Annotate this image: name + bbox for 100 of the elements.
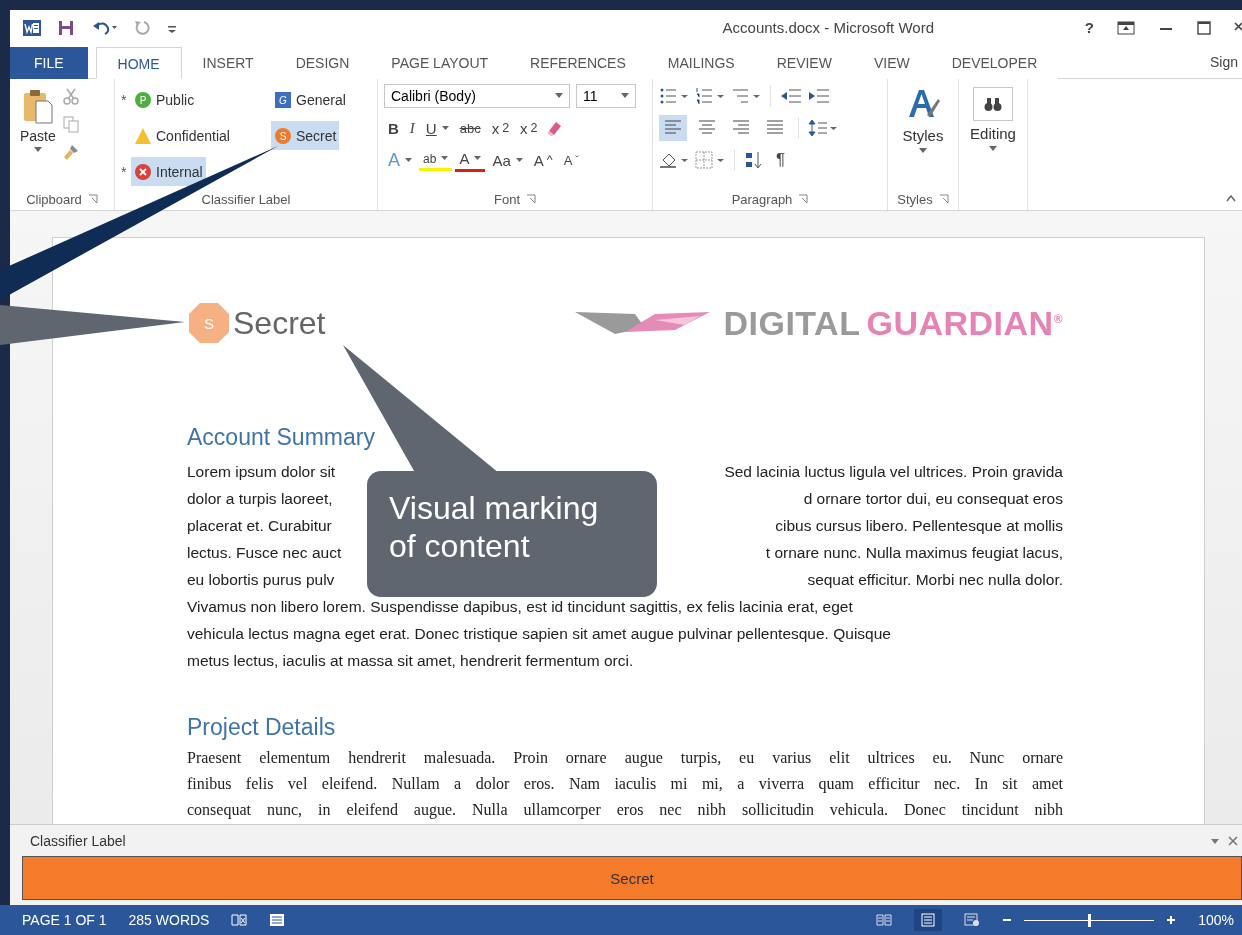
bullets-icon[interactable] — [659, 87, 689, 105]
web-layout-icon[interactable] — [964, 913, 981, 927]
paragraph-text: lectus. Fusce nec auct — [187, 543, 342, 563]
paragraph-text: vehicula lectus magna eget erat. Donec tristique sapien sit amet augue pulvinar pellentesque. Quisque — [187, 624, 891, 644]
paragraph-text: dolor a turpis laoreet, — [187, 489, 333, 509]
align-right-icon — [732, 119, 750, 134]
circle-icon: S — [274, 126, 292, 145]
pane-menu-icon[interactable] — [1210, 836, 1220, 845]
format-button[interactable]: I — [405, 117, 419, 139]
word-count[interactable]: 285 WORDS — [128, 912, 210, 928]
group-label: Styles — [897, 191, 933, 207]
read-mode-icon[interactable] — [876, 913, 893, 927]
group-label: Font — [494, 191, 520, 207]
numbering-icon[interactable] — [695, 87, 725, 105]
paragraph-text: Praesent elementum hendrerit malesuada. Proin ornare augue turpis, eu varius elit ultrices eu. Nunc ornare — [187, 749, 1063, 766]
octagon-icon: S — [187, 301, 231, 345]
paragraph-text: consequat nunc, in eleifend augue. Nulla ullamcorper eros nec nibh sollicitudin vehicula. Donec tincidunt nibh — [187, 801, 1063, 818]
line-spacing-icon[interactable] — [808, 119, 838, 137]
align-left-icon — [664, 119, 682, 134]
star-mark: * — [121, 163, 128, 180]
zoom-level[interactable]: 100% — [1198, 912, 1234, 928]
shading-icon[interactable] — [659, 151, 689, 169]
paragraph-text: sequat efficitur. Morbi nec nulla dolor. — [807, 570, 1063, 590]
paragraph-text: metus lectus, iaculis at massa sit amet, hendrerit fermentum orci. — [187, 651, 634, 671]
styles-button[interactable]: Styles — [900, 83, 946, 188]
group-label: Clipboard — [26, 191, 82, 207]
ribbon-display-icon[interactable] — [1116, 19, 1136, 36]
ribbon-tab[interactable]: FILE — [10, 47, 88, 79]
page-count[interactable]: PAGE 1 OF 1 — [22, 912, 107, 928]
caret-icon[interactable] — [621, 93, 629, 99]
classification-button[interactable]: Confidential — [131, 121, 233, 150]
paragraph-text: finibus felis vel eleifend. Nullam a dolor eros. Nam iaculis mi mi, a viverra quam efficitur nec. In sit amet — [187, 775, 1063, 792]
caret-icon[interactable] — [515, 157, 523, 163]
brush-icon[interactable] — [61, 143, 80, 161]
proofing-icon[interactable] — [231, 913, 248, 927]
caret-icon[interactable] — [474, 156, 482, 161]
editing-button[interactable]: Editing — [968, 83, 1018, 188]
increase-indent-icon[interactable] — [808, 87, 830, 105]
paragraph-text: eu lobortis purus pulv — [187, 570, 335, 590]
section-heading: Project Details — [187, 714, 336, 741]
print-layout-button[interactable] — [914, 909, 943, 931]
dialog-launcher-icon[interactable] — [526, 194, 536, 204]
logo-text: DIGITAL GUARDIAN$^{®}$ — [723, 303, 1063, 343]
group-label: Classifier Label — [201, 191, 291, 207]
circle-icon: P — [134, 90, 152, 109]
app-icon[interactable] — [22, 17, 42, 38]
help-button[interactable]: ? — [1084, 19, 1094, 36]
justify-icon — [766, 119, 784, 134]
group-label: Paragraph — [731, 191, 793, 207]
format-button[interactable]: B — [384, 117, 403, 139]
caret-icon[interactable] — [441, 125, 449, 131]
classification-bar: Secret — [22, 856, 1242, 900]
callout: Visual marking of content — [367, 471, 657, 597]
maximize-icon[interactable] — [1196, 19, 1212, 36]
paragraph-text: d ornare tortor dui, eu consequat eros — [803, 489, 1063, 509]
sign-in-link[interactable]: Sign — [1210, 54, 1242, 78]
zoom-in-icon[interactable] — [1166, 915, 1177, 925]
dialog-launcher-icon[interactable] — [87, 194, 98, 204]
classification-label: Secret — [233, 304, 326, 342]
paragraph-text: Vivamus non libero lorem. Suspendisse dapibus, est id tincidunt sagittis, ex felis lacinia erat, eget — [187, 597, 853, 617]
paragraph-text: cibus cursus libero. Pellentesque at mollis — [775, 516, 1063, 536]
decrease-indent-icon[interactable] — [780, 87, 802, 105]
binoculars-icon — [973, 87, 1013, 121]
square-icon: G — [274, 90, 292, 109]
pane-title: Classifier Label — [30, 832, 126, 849]
format-button[interactable]: ab — [419, 149, 453, 171]
format-button[interactable]: abc — [455, 118, 485, 138]
classification-button[interactable]: Internal — [131, 157, 206, 186]
show-marks-button[interactable]: ¶ — [770, 150, 792, 170]
section-heading: Account Summary — [187, 424, 375, 451]
dialog-launcher-icon[interactable] — [798, 194, 809, 204]
collapse-ribbon-icon[interactable] — [1226, 194, 1236, 202]
sort-icon[interactable] — [744, 151, 764, 169]
font-name-field[interactable]: Calibri (Body) — [384, 84, 570, 108]
paragraph-text: placerat et. Curabitur — [187, 516, 332, 536]
paste-button[interactable]: Paste — [16, 83, 60, 188]
clipboard-icon — [21, 89, 54, 125]
font-size-field[interactable]: 11 — [576, 84, 636, 108]
paragraph-text: Sed lacinia luctus ligula vel ultrices. Proin gravida — [724, 462, 1063, 482]
window-title: Accounts.docx - Microsoft Word — [722, 19, 934, 36]
align-center-icon — [698, 119, 716, 134]
dialog-launcher-icon[interactable] — [938, 194, 949, 204]
classification-button[interactable]: S Secret — [271, 121, 340, 150]
page-icon — [920, 913, 937, 927]
ribbon-tab[interactable]: HOME — [95, 47, 182, 79]
multilevel-list-icon[interactable] — [731, 87, 761, 105]
format-button[interactable]: A — [455, 148, 486, 172]
caret-icon[interactable] — [555, 93, 563, 99]
paragraph-text: Lorem ipsum dolor sit — [187, 462, 336, 482]
macro-icon[interactable] — [269, 913, 286, 927]
paragraph-text: t ornare nunc. Nulla maximus feugiat lacus, — [765, 543, 1063, 563]
format-button[interactable]: Aa — [488, 149, 527, 171]
caret-icon[interactable] — [405, 157, 412, 163]
format-button[interactable]: U — [421, 117, 453, 139]
caret-icon[interactable] — [441, 156, 449, 161]
star-mark: * — [121, 91, 128, 108]
classification-button[interactable]: P Public — [131, 85, 198, 114]
caret-icon — [919, 148, 927, 154]
classification-button[interactable]: G General — [271, 85, 349, 114]
caret-icon — [33, 147, 42, 153]
